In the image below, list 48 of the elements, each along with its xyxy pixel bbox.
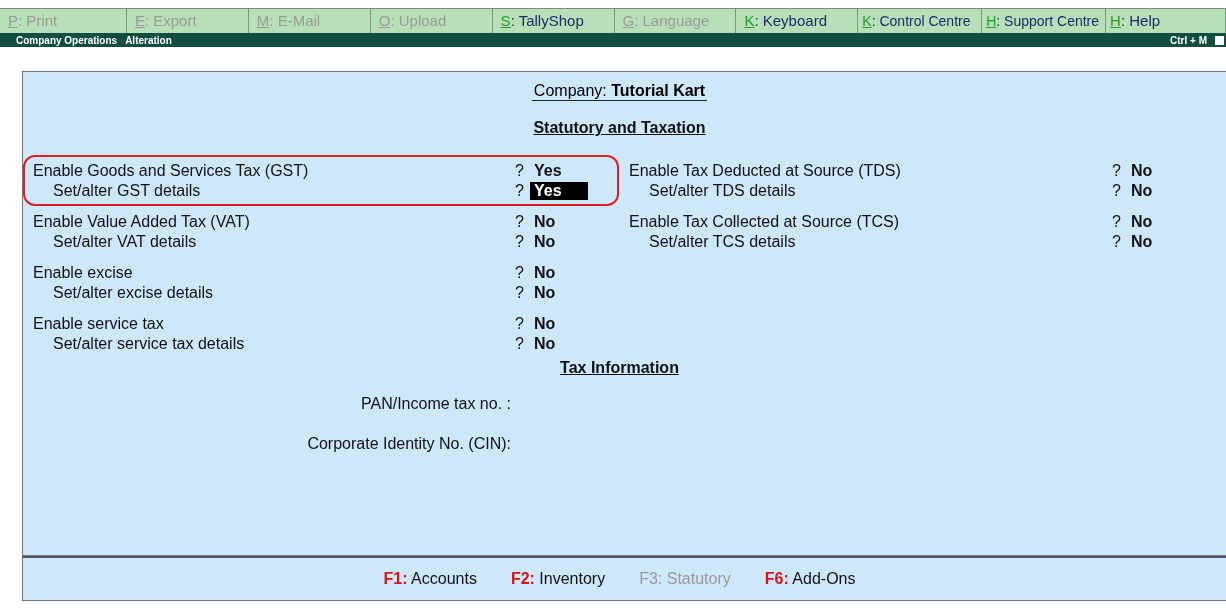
field-label: Enable Tax Collected at Source (TCS)	[629, 213, 901, 231]
yes-no-field[interactable]: No	[530, 335, 588, 353]
yes-no-field[interactable]: No	[1127, 233, 1185, 251]
question-mark: ?	[1112, 213, 1122, 231]
yes-no-field[interactable]: Yes	[530, 182, 588, 200]
shortcut-hint: Ctrl + M	[1170, 34, 1207, 46]
section-title: Statutory and Taxation	[533, 119, 706, 137]
question-mark: ?	[1112, 182, 1122, 200]
company-name: Company: Tutorial Kart	[531, 82, 708, 101]
field-label: Enable Tax Deducted at Source (TDS)	[629, 162, 902, 180]
field-label: Enable excise	[33, 264, 134, 282]
question-mark: ?	[515, 182, 525, 200]
question-mark: ?	[515, 284, 525, 302]
question-mark: ?	[515, 264, 525, 282]
field-label: Set/alter GST details	[52, 182, 202, 200]
question-mark: ?	[515, 233, 525, 251]
footer-button[interactable]: F2: Inventory	[510, 570, 606, 588]
yes-no-field[interactable]: No	[530, 264, 588, 282]
yes-no-field[interactable]: No	[1127, 213, 1185, 231]
question-mark: ?	[1112, 233, 1122, 251]
footer-button[interactable]: F1: Accounts	[383, 570, 477, 588]
field-label: Set/alter TDS details	[648, 182, 797, 200]
field-label: PAN/Income tax no. :	[361, 395, 511, 412]
field-label: Set/alter excise details	[52, 284, 215, 302]
field-label: Set/alter service tax details	[52, 335, 246, 353]
question-mark: ?	[515, 335, 525, 353]
field-label: Enable service tax	[33, 315, 165, 333]
yes-no-field[interactable]: No	[530, 315, 588, 333]
field-label: Set/alter TCS details	[648, 233, 797, 251]
yes-no-field[interactable]: No	[530, 284, 588, 302]
question-mark: ?	[515, 315, 525, 333]
yes-no-field[interactable]: No	[1127, 182, 1185, 200]
section-title: Tax Information	[560, 359, 679, 377]
field-label: Enable Goods and Services Tax (GST)	[33, 162, 310, 180]
yes-no-field[interactable]: No	[530, 213, 588, 231]
question-mark: ?	[1112, 162, 1122, 180]
field-label: Enable Value Added Tax (VAT)	[33, 213, 251, 231]
footer-button[interactable]: F6: Add-Ons	[764, 570, 856, 588]
field-label: Corporate Identity No. (CIN):	[307, 435, 511, 452]
question-mark: ?	[515, 213, 525, 231]
screen-title: Alteration	[125, 34, 172, 46]
yes-no-field[interactable]: Yes	[530, 162, 588, 180]
field-label: Set/alter VAT details	[52, 233, 198, 251]
screen-title: Company Operations	[16, 34, 118, 46]
minimize-icon[interactable]	[1215, 35, 1224, 45]
question-mark: ?	[515, 162, 525, 180]
yes-no-field[interactable]: No	[1127, 162, 1185, 180]
yes-no-field[interactable]: No	[530, 233, 588, 251]
